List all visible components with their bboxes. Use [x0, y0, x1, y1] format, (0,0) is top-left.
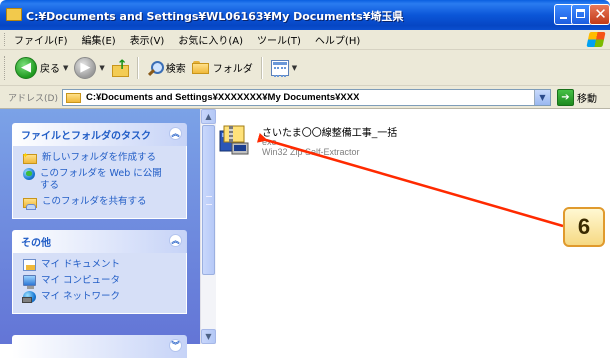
- search-label: 検索: [165, 64, 186, 75]
- my-computer-icon: [23, 275, 36, 289]
- details-header[interactable]: ︾: [12, 335, 187, 358]
- task-pane: ファイルとフォルダのタスク ︽ 新しいフォルダを作成する このフォルダを Web…: [0, 109, 200, 358]
- scroll-up-arrow-icon[interactable]: ▲: [201, 109, 216, 124]
- menu-view[interactable]: 表示(V): [130, 32, 165, 47]
- windows-logo-icon: [586, 32, 606, 47]
- back-button[interactable]: ◀ 戻る ▼: [12, 55, 71, 81]
- other-places-body: マイ ドキュメント マイ コンピュータ マイ ネットワーク: [12, 253, 187, 314]
- folders-button[interactable]: フォルダ: [189, 55, 256, 81]
- views-button[interactable]: ▼: [268, 55, 300, 81]
- toolbar-separator: [136, 56, 139, 79]
- file-folder-tasks-title: ファイルとフォルダのタスク: [21, 131, 151, 142]
- expand-chevron-icon[interactable]: ︾: [169, 339, 182, 352]
- self-extractor-exe-icon: [219, 125, 249, 155]
- task-new-folder[interactable]: 新しいフォルダを作成する: [22, 150, 178, 164]
- place-my-computer[interactable]: マイ コンピュータ: [23, 275, 178, 289]
- share-folder-icon: [23, 198, 37, 210]
- back-label: 戻る: [40, 64, 60, 75]
- scroll-thumb[interactable]: [202, 125, 215, 275]
- address-label: アドレス(D): [8, 93, 58, 104]
- forward-arrow-icon: ▶: [74, 56, 97, 79]
- forward-button[interactable]: ▶ ▼: [71, 55, 107, 81]
- folders-icon: [191, 60, 210, 75]
- my-network-icon: [22, 291, 36, 303]
- search-button[interactable]: 検索: [144, 55, 189, 81]
- collapse-chevron-icon[interactable]: ︽: [169, 127, 182, 140]
- step-number: 6: [577, 214, 591, 239]
- task-publish-web[interactable]: このフォルダを Web に公開 する: [23, 168, 178, 192]
- back-arrow-icon: ◀: [15, 56, 37, 79]
- forward-dropdown-icon[interactable]: ▼: [99, 64, 104, 72]
- toolbar-grip: [4, 55, 8, 80]
- task-share-folder[interactable]: このフォルダを共有する: [23, 196, 178, 210]
- task-label[interactable]: 新しいフォルダを作成する: [42, 152, 156, 164]
- views-icon: [270, 59, 289, 77]
- collapse-chevron-icon[interactable]: ︽: [169, 234, 182, 247]
- task-pane-scrollbar[interactable]: ▲ ▼: [200, 109, 216, 344]
- other-places-panel: その他 ︽ マイ ドキュメント マイ コンピュータ マイ ネットワーク: [12, 230, 187, 314]
- address-dropdown-icon[interactable]: ▼: [533, 89, 550, 105]
- file-item[interactable]: さいたま〇〇線整備工事_一括 exe Win32 Zip Self-Extrac…: [217, 121, 417, 165]
- address-path[interactable]: C:¥Documents and Settings¥XXXXXXX¥My Doc…: [86, 92, 359, 103]
- menu-edit[interactable]: 編集(E): [82, 32, 116, 47]
- back-dropdown-icon[interactable]: ▼: [63, 64, 68, 72]
- new-folder-icon: [22, 150, 37, 164]
- menu-favorites[interactable]: お気に入り(A): [178, 32, 243, 47]
- up-folder-icon: ↑: [111, 58, 129, 77]
- place-label[interactable]: マイ ネットワーク: [41, 291, 120, 303]
- task-label[interactable]: このフォルダを共有する: [42, 196, 147, 208]
- other-places-title: その他: [21, 238, 51, 249]
- details-panel: ︾: [12, 335, 187, 358]
- maximize-icon: [576, 9, 585, 18]
- file-type: exe: [262, 137, 277, 147]
- place-my-network[interactable]: マイ ネットワーク: [22, 291, 178, 303]
- menu-tools[interactable]: ツール(T): [257, 32, 301, 47]
- file-folder-tasks-header[interactable]: ファイルとフォルダのタスク ︽: [12, 123, 187, 146]
- title-bar[interactable]: C:¥Documents and Settings¥WL06163¥My Doc…: [0, 0, 610, 30]
- place-label[interactable]: マイ ドキュメント: [41, 259, 120, 271]
- menu-grip: [4, 33, 8, 46]
- file-description: Win32 Zip Self-Extractor: [262, 147, 360, 157]
- address-bar: アドレス(D) C:¥Documents and Settings¥XXXXXX…: [0, 86, 610, 109]
- go-label: 移動: [576, 93, 597, 105]
- place-my-documents[interactable]: マイ ドキュメント: [23, 259, 178, 271]
- file-name[interactable]: さいたま〇〇線整備工事_一括: [262, 124, 397, 139]
- folder-icon: [6, 8, 22, 21]
- views-dropdown-icon[interactable]: ▼: [292, 64, 297, 72]
- close-button[interactable]: ✕: [589, 4, 610, 25]
- task-label[interactable]: このフォルダを Web に公開 する: [40, 168, 162, 192]
- close-icon: ✕: [594, 5, 607, 23]
- file-folder-tasks-body: 新しいフォルダを作成する このフォルダを Web に公開 する このフォルダを共…: [12, 146, 187, 219]
- file-folder-tasks-panel: ファイルとフォルダのタスク ︽ 新しいフォルダを作成する このフォルダを Web…: [12, 123, 187, 219]
- my-documents-icon: [23, 259, 36, 271]
- window-title: C:¥Documents and Settings¥WL06163¥My Doc…: [26, 10, 404, 23]
- folders-label: フォルダ: [212, 64, 253, 75]
- other-places-header[interactable]: その他 ︽: [12, 230, 187, 253]
- toolbar-separator: [260, 56, 263, 79]
- folder-icon: [65, 91, 82, 103]
- menu-file[interactable]: ファイル(F): [14, 32, 68, 47]
- up-folder-button[interactable]: ↑: [108, 55, 132, 81]
- address-field[interactable]: C:¥Documents and Settings¥XXXXXXX¥My Doc…: [61, 88, 551, 106]
- toolbar: ◀ 戻る ▼ ▶ ▼ ↑ 検索 フォルダ ▼: [0, 50, 610, 86]
- menu-help[interactable]: ヘルプ(H): [315, 32, 360, 47]
- menu-bar: ファイル(F) 編集(E) 表示(V) お気に入り(A) ツール(T) ヘルプ(…: [0, 30, 610, 50]
- place-label[interactable]: マイ コンピュータ: [41, 275, 120, 287]
- file-list-area[interactable]: さいたま〇〇線整備工事_一括 exe Win32 Zip Self-Extrac…: [217, 109, 610, 344]
- go-button[interactable]: ➔ 移動: [556, 88, 597, 106]
- globe-icon: [23, 168, 35, 180]
- minimize-icon: [560, 17, 567, 19]
- search-icon: [147, 60, 164, 76]
- go-arrow-icon: ➔: [556, 88, 574, 106]
- step-callout: 6: [563, 207, 605, 247]
- scroll-down-arrow-icon[interactable]: ▼: [201, 329, 216, 344]
